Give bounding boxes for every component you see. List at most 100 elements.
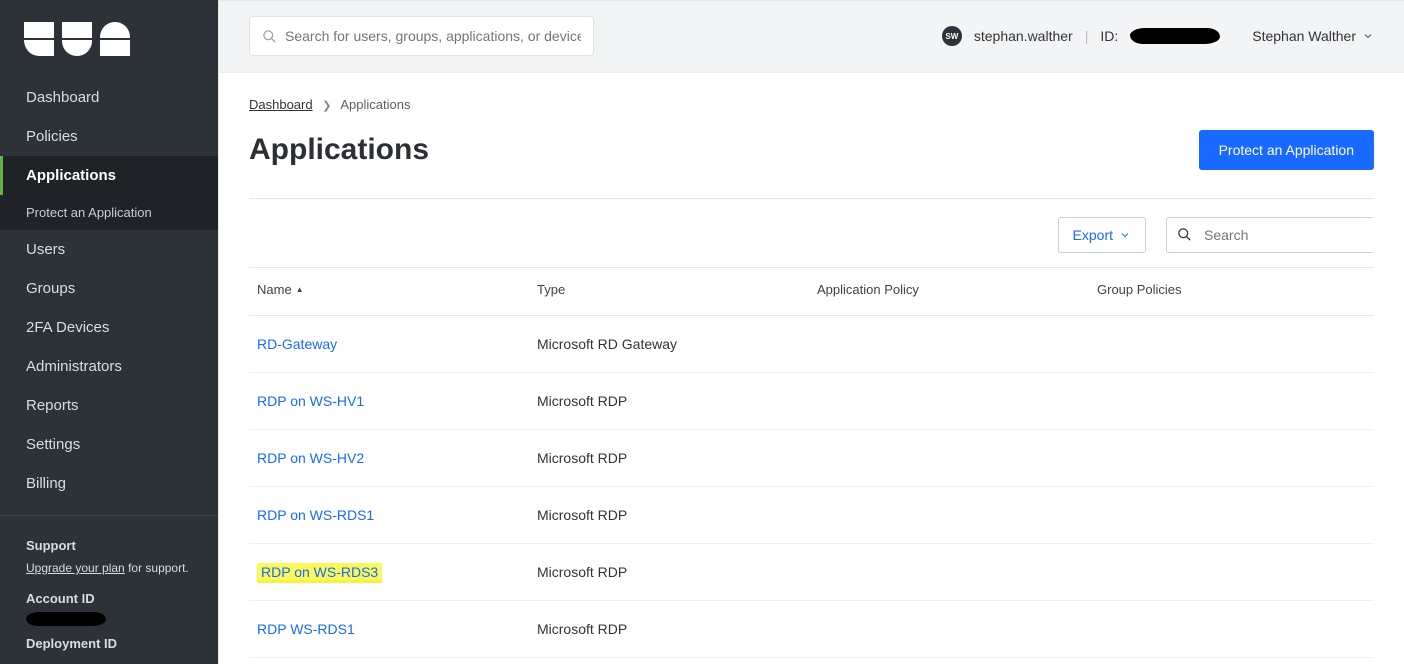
table-row: RD-Gateway Microsoft RD Gateway bbox=[249, 315, 1374, 372]
application-link[interactable]: RDP WS-RDS1 bbox=[257, 621, 355, 637]
search-icon bbox=[262, 29, 277, 44]
support-msg: Upgrade your plan for support. bbox=[26, 561, 192, 575]
col-group-policies[interactable]: Group Policies bbox=[1089, 268, 1374, 316]
cell-application-policy bbox=[809, 429, 1089, 486]
sidebar-item-label[interactable]: Applications bbox=[0, 156, 218, 195]
account-id-redacted bbox=[26, 612, 106, 626]
topbar-right: SW stephan.walther | ID: Stephan Walther bbox=[942, 26, 1374, 46]
export-button[interactable]: Export bbox=[1058, 217, 1146, 253]
cell-group-policies bbox=[1089, 315, 1374, 372]
sidebar-item-groups[interactable]: Groups bbox=[0, 269, 218, 308]
sidebar-item-label[interactable]: Administrators bbox=[0, 347, 218, 386]
sidebar-item-label[interactable]: Dashboard bbox=[0, 78, 218, 117]
id-redacted bbox=[1130, 28, 1220, 44]
sidebar-subitem-protect-an-application[interactable]: Protect an Application bbox=[0, 195, 218, 230]
applications-table: Name Type Application Policy Group Polic… bbox=[249, 268, 1374, 658]
account-id-label: Account ID bbox=[26, 591, 192, 606]
display-name: Stephan Walther bbox=[1252, 28, 1356, 44]
cell-application-policy bbox=[809, 372, 1089, 429]
breadcrumb: Dashboard ❯ Applications bbox=[249, 97, 1374, 112]
table-search[interactable] bbox=[1166, 217, 1374, 253]
cell-type: Microsoft RDP bbox=[529, 543, 809, 600]
export-label: Export bbox=[1073, 227, 1113, 243]
cell-group-policies bbox=[1089, 372, 1374, 429]
cell-group-policies bbox=[1089, 543, 1374, 600]
application-link[interactable]: RDP on WS-HV1 bbox=[257, 393, 364, 409]
chevron-right-icon: ❯ bbox=[316, 100, 337, 112]
cell-type: Microsoft RDP bbox=[529, 600, 809, 657]
nav-list: DashboardPoliciesApplicationsProtect an … bbox=[0, 78, 218, 503]
sidebar-item-label[interactable]: Groups bbox=[0, 269, 218, 308]
support-block: Support Upgrade your plan for support. bbox=[0, 516, 218, 581]
table-row: RDP on WS-RDS1 Microsoft RDP bbox=[249, 486, 1374, 543]
sidebar-item-settings[interactable]: Settings bbox=[0, 425, 218, 464]
chevron-down-icon bbox=[1119, 229, 1131, 241]
cell-type: Microsoft RDP bbox=[529, 372, 809, 429]
cell-application-policy bbox=[809, 315, 1089, 372]
cell-application-policy bbox=[809, 543, 1089, 600]
main: SW stephan.walther | ID: Stephan Walther… bbox=[218, 0, 1404, 664]
deployment-id-block: Deployment ID bbox=[0, 626, 218, 651]
sidebar-item-label[interactable]: Billing bbox=[0, 464, 218, 503]
support-title: Support bbox=[26, 538, 192, 553]
table-toolbar: Export bbox=[249, 199, 1374, 268]
application-link[interactable]: RDP on WS-RDS3 bbox=[257, 563, 382, 583]
col-name[interactable]: Name bbox=[249, 268, 529, 316]
table-row: RDP on WS-HV2 Microsoft RDP bbox=[249, 429, 1374, 486]
table-row: RDP WS-RDS1 Microsoft RDP bbox=[249, 600, 1374, 657]
application-link[interactable]: RDP on WS-RDS1 bbox=[257, 507, 374, 523]
cell-type: Microsoft RD Gateway bbox=[529, 315, 809, 372]
application-link[interactable]: RD-Gateway bbox=[257, 336, 337, 352]
account-id-block: Account ID bbox=[0, 581, 218, 626]
global-search[interactable] bbox=[249, 16, 594, 56]
breadcrumb-root[interactable]: Dashboard bbox=[249, 97, 313, 112]
cell-application-policy bbox=[809, 600, 1089, 657]
sidebar-item-label[interactable]: Reports bbox=[0, 386, 218, 425]
cell-group-policies bbox=[1089, 486, 1374, 543]
sidebar-item-users[interactable]: Users bbox=[0, 230, 218, 269]
cell-type: Microsoft RDP bbox=[529, 429, 809, 486]
sidebar-item-label[interactable]: Users bbox=[0, 230, 218, 269]
cell-application-policy bbox=[809, 486, 1089, 543]
sidebar: DashboardPoliciesApplicationsProtect an … bbox=[0, 0, 218, 664]
topbar-separator: | bbox=[1085, 28, 1089, 44]
search-icon bbox=[1177, 227, 1192, 242]
cell-name: RDP WS-RDS1 bbox=[249, 600, 529, 657]
cell-name: RD-Gateway bbox=[249, 315, 529, 372]
table-row: RDP on WS-RDS3 Microsoft RDP bbox=[249, 543, 1374, 600]
sidebar-item-label[interactable]: Policies bbox=[0, 117, 218, 156]
application-link[interactable]: RDP on WS-HV2 bbox=[257, 450, 364, 466]
col-type[interactable]: Type bbox=[529, 268, 809, 316]
page-header: Applications Protect an Application bbox=[249, 130, 1374, 199]
sidebar-item-reports[interactable]: Reports bbox=[0, 386, 218, 425]
sidebar-item-dashboard[interactable]: Dashboard bbox=[0, 78, 218, 117]
cell-name: RDP on WS-RDS1 bbox=[249, 486, 529, 543]
cell-name: RDP on WS-RDS3 bbox=[249, 543, 529, 600]
sidebar-item-billing[interactable]: Billing bbox=[0, 464, 218, 503]
col-app-policy[interactable]: Application Policy bbox=[809, 268, 1089, 316]
sidebar-item-applications[interactable]: Applications bbox=[0, 156, 218, 195]
cell-type: Microsoft RDP bbox=[529, 486, 809, 543]
user-menu[interactable]: Stephan Walther bbox=[1252, 28, 1374, 44]
sidebar-item-2fa-devices[interactable]: 2FA Devices bbox=[0, 308, 218, 347]
page-title: Applications bbox=[249, 133, 429, 167]
topbar: SW stephan.walther | ID: Stephan Walther bbox=[219, 1, 1404, 73]
sidebar-subitem-label[interactable]: Protect an Application bbox=[0, 195, 218, 230]
sidebar-item-administrators[interactable]: Administrators bbox=[0, 347, 218, 386]
protect-application-button[interactable]: Protect an Application bbox=[1199, 130, 1374, 170]
sidebar-item-label[interactable]: Settings bbox=[0, 425, 218, 464]
logo bbox=[0, 0, 218, 78]
sidebar-item-label[interactable]: 2FA Devices bbox=[0, 308, 218, 347]
cell-name: RDP on WS-HV2 bbox=[249, 429, 529, 486]
cell-group-policies bbox=[1089, 429, 1374, 486]
duo-logo-icon bbox=[24, 22, 130, 56]
deployment-id-label: Deployment ID bbox=[26, 636, 192, 651]
content: Dashboard ❯ Applications Applications Pr… bbox=[219, 73, 1404, 664]
id-label: ID: bbox=[1100, 28, 1118, 44]
global-search-input[interactable] bbox=[285, 28, 581, 44]
sidebar-item-policies[interactable]: Policies bbox=[0, 117, 218, 156]
upgrade-plan-link[interactable]: Upgrade your plan bbox=[26, 561, 125, 575]
table-row: RDP on WS-HV1 Microsoft RDP bbox=[249, 372, 1374, 429]
table-search-input[interactable] bbox=[1200, 218, 1389, 252]
cell-name: RDP on WS-HV1 bbox=[249, 372, 529, 429]
